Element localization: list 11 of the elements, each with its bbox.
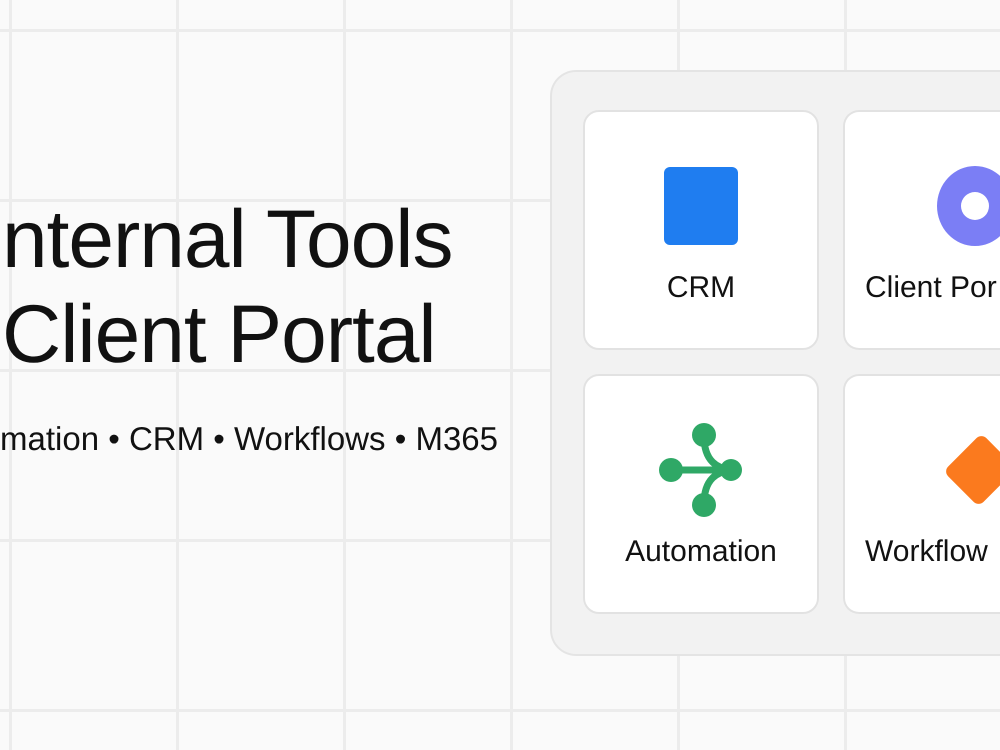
subtitle: mation • CRM • Workflows • M365 [0,419,499,459]
card-label: Automation [625,534,777,570]
feature-card[interactable]: Automation [583,374,819,614]
card-label: Client Por [865,270,997,306]
feature-card[interactable]: Client Por [843,110,1000,350]
card-label: Workflow [865,534,988,570]
headline: Client Portal [1,288,437,382]
feature-card[interactable]: Workflow [843,374,1000,614]
card-label: CRM [666,270,736,306]
feature-card[interactable]: CRM [583,110,819,350]
headline: nternal Tools [1,193,454,287]
